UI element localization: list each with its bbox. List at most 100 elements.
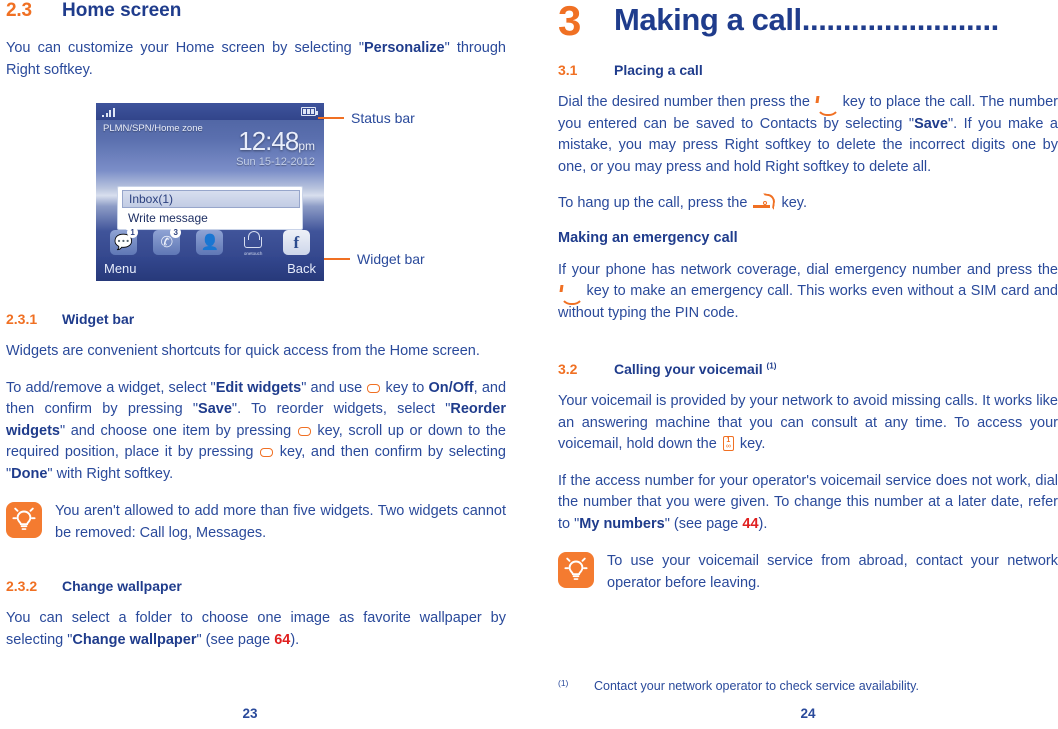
footnote-row: (1) Contact your network operator to che… [558, 678, 1058, 693]
clock-date: Sun 15-12-2012 [236, 156, 315, 168]
tip-note-widgets: You aren't allowed to add more than five… [6, 500, 506, 544]
heading-2-3-title: Home screen [62, 0, 182, 21]
tip-note-voicemail: To use your voicemail service from abroa… [558, 550, 1058, 594]
messages-icon[interactable]: 💬 1 [110, 226, 139, 255]
paragraph-voicemail-intro: Your voicemail is provided by your netwo… [558, 391, 1058, 456]
paragraph-emergency-call: If your phone has network coverage, dial… [558, 260, 1058, 325]
nav-key-icon [367, 383, 381, 393]
widget-popup-item-inbox-label: Inbox(1) [129, 192, 174, 206]
text-fragment: If your phone has network coverage, dial… [558, 261, 1058, 278]
callout-widget-bar: Widget bar [324, 251, 425, 267]
bold-change-wallpaper: Change wallpaper [72, 631, 197, 648]
page-number-left: 23 [242, 706, 258, 721]
chapter-number: 3 [558, 0, 582, 44]
text-fragment: ). [290, 631, 300, 648]
callout-leader-line [318, 117, 344, 119]
end-call-key-icon [753, 197, 775, 210]
callout-status-bar-label: Status bar [351, 110, 415, 126]
tip-note-voicemail-text: To use your voicemail service from abroa… [607, 553, 1058, 591]
text-fragment: " and choose one item by pressing [59, 422, 297, 439]
softkey-right-label[interactable]: Back [287, 261, 316, 276]
facebook-icon[interactable]: f [282, 229, 310, 255]
clock-time: 12:48pm [238, 128, 315, 159]
subheading-emergency-call: Making an emergency call [558, 229, 738, 246]
call-log-badge: 3 [170, 226, 182, 238]
phone-softkey-bar: Menu Back [96, 257, 324, 281]
shopping-bag-glyph [244, 230, 263, 248]
bold-edit-widgets: Edit widgets [215, 379, 302, 396]
tip-note-widgets-text: You aren't allowed to add more than five… [55, 503, 506, 541]
heading-3-1-title: Placing a call [614, 62, 703, 78]
chapter-title-text: Making a call [614, 2, 802, 37]
callout-leader-line [324, 258, 350, 260]
heading-3-2: 3.2 Calling your voicemail (1) [558, 361, 1058, 377]
text-fragment: " with Right softkey. [47, 465, 174, 482]
heading-2-3-number: 2.3 [6, 0, 32, 21]
widget-popup-item-inbox[interactable]: Inbox(1) [122, 190, 300, 208]
footnote-mark: (1) [558, 678, 569, 688]
widget-popup-item-write-message[interactable]: Write message [128, 211, 208, 225]
phone-screenshot: PLMN/SPN/Home zone 12:48pm Sun 15-12-201… [96, 103, 324, 281]
paragraph-placing-a-call: Dial the desired number then press the k… [558, 92, 1058, 178]
phone-status-bar [96, 103, 324, 120]
battery-icon [301, 107, 318, 116]
right-page: 3 Making a call........................ … [558, 0, 1058, 729]
heading-2-3: 2.3 Home screen [6, 0, 506, 22]
text-fragment: You can customize your Home screen by se… [6, 40, 364, 56]
widget-popup-panel: Inbox(1) Write message [117, 186, 303, 230]
phone-widget-bar: 💬 1 ✆ 3 👤 onetouch f [96, 226, 324, 257]
heading-3-2-title: Calling your voicemail (1) [614, 361, 776, 377]
figure-home-screen: PLMN/SPN/Home zone 12:48pm Sun 15-12-201… [6, 103, 506, 285]
tip-lightbulb-icon [6, 502, 42, 538]
send-key-icon [816, 96, 841, 116]
clock-ampm: pm [298, 139, 315, 153]
page-reference-44[interactable]: 44 [742, 516, 758, 532]
heading-2-3-2-title: Change wallpaper [62, 578, 182, 594]
page-reference-64[interactable]: 64 [274, 632, 290, 648]
left-page: 2.3 Home screen You can customize your H… [6, 0, 506, 729]
messages-badge: 1 [127, 226, 139, 238]
voicemail-key-icon: 1 ∞ [722, 436, 734, 451]
callout-status-bar: Status bar [318, 110, 415, 126]
nav-key-icon [297, 426, 311, 436]
text-fragment: Dial the desired number then press the [558, 94, 815, 110]
heading-3-1-number: 3.1 [558, 62, 578, 78]
nav-key-icon [260, 448, 274, 457]
footnote-marker: (1) [766, 361, 777, 371]
callout-widget-bar-label: Widget bar [357, 251, 425, 267]
bold-on-off: On/Off [428, 379, 474, 396]
heading-2-3-1-number: 2.3.1 [6, 311, 38, 327]
text-fragment: " (see page [196, 631, 275, 648]
end-call-key-dot [763, 201, 768, 205]
text-fragment: Your voicemail is provided by your netwo… [558, 393, 1058, 452]
text-fragment: key. [777, 195, 808, 211]
heading-2-3-2: 2.3.2 Change wallpaper [6, 578, 506, 594]
call-log-icon[interactable]: ✆ 3 [153, 226, 182, 255]
text-fragment: key to make an emergency call. This work… [558, 283, 1058, 321]
paragraph-hang-up: To hang up the call, press the key. [558, 193, 1058, 215]
paragraph-add-remove-widget: To add/remove a widget, select "Edit wid… [6, 378, 506, 486]
paragraph-change-wallpaper: You can select a folder to choose one im… [6, 608, 506, 651]
softkey-left-label[interactable]: Menu [104, 261, 137, 276]
paragraph-widgets-intro: Widgets are convenient shortcuts for qui… [6, 343, 480, 359]
heading-2-3-2-number: 2.3.2 [6, 578, 38, 594]
text-fragment: " (see page [664, 515, 743, 532]
send-key-icon [560, 285, 584, 305]
text-fragment: ). [758, 515, 768, 532]
facebook-glyph: f [293, 232, 300, 252]
operator-name: PLMN/SPN/Home zone [103, 123, 203, 134]
manual-page-spread: 2.3 Home screen You can customize your H… [0, 0, 1058, 729]
chapter-title: Making a call........................ [614, 0, 999, 40]
heading-3-2-number: 3.2 [558, 361, 578, 377]
one-touch-store-label: onetouch [243, 250, 263, 256]
one-touch-store-icon[interactable]: onetouch [240, 230, 267, 256]
contacts-icon[interactable]: 👤 [196, 229, 224, 255]
heading-3-2-title-text: Calling your voicemail [614, 361, 763, 377]
heading-2-3-1: 2.3.1 Widget bar [6, 311, 506, 327]
chapter-title-dots: ........................ [801, 2, 999, 37]
bold-personalize: Personalize [363, 40, 445, 56]
bold-save: Save [198, 401, 232, 417]
paragraph-voicemail-access-number: If the access number for your operator's… [558, 471, 1058, 536]
text-fragment: key to [381, 379, 429, 396]
contacts-glyph: 👤 [200, 233, 220, 251]
